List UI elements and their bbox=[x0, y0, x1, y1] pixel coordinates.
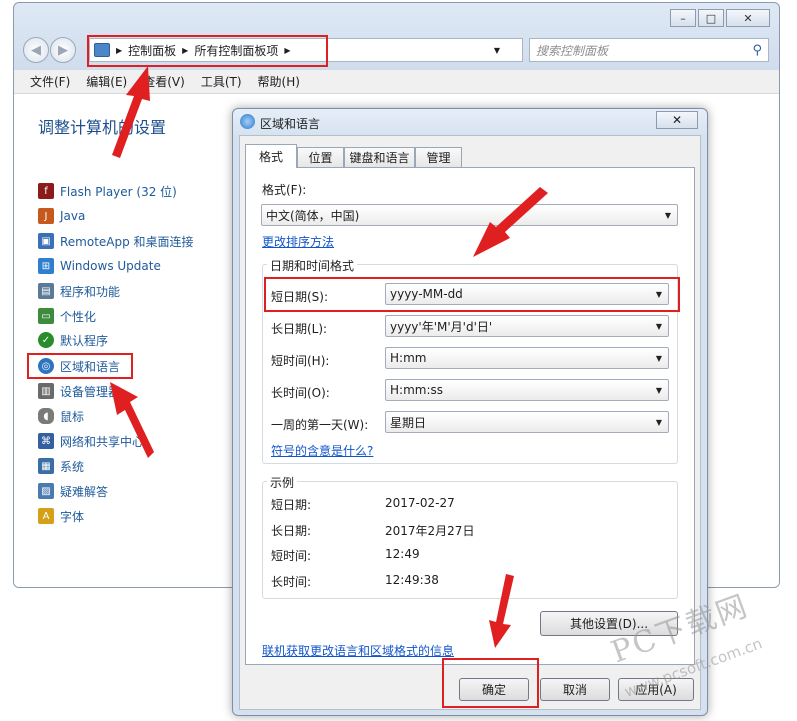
arrow-to-short-date bbox=[473, 187, 548, 257]
tab-formats[interactable]: 格式 bbox=[245, 144, 297, 168]
arrow-to-address-bar bbox=[112, 66, 150, 158]
arrow-to-region-language bbox=[110, 382, 154, 458]
arrow-to-ok-button bbox=[489, 574, 514, 648]
